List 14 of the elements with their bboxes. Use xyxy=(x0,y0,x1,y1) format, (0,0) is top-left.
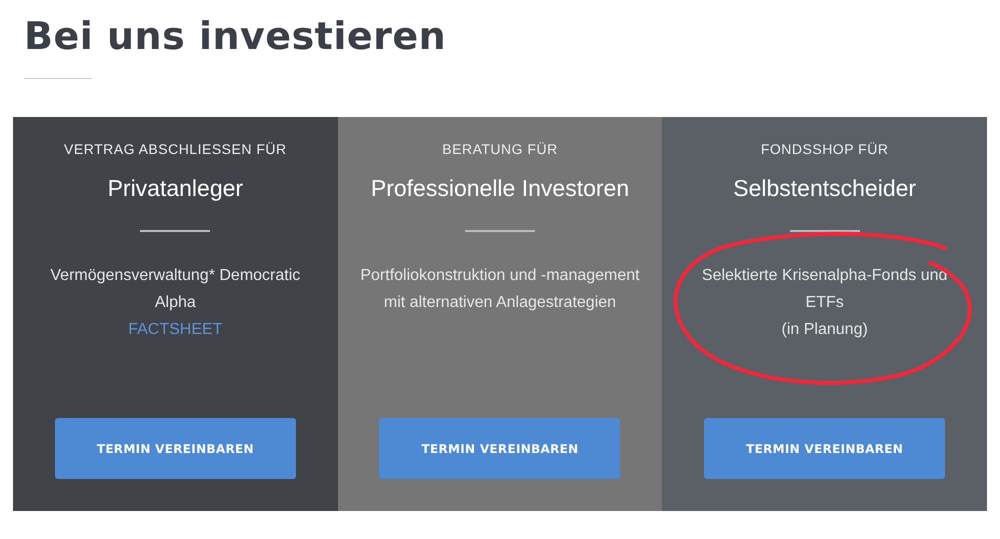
card-eyebrow: VERTRAG ABSCHLIESSEN FÜR xyxy=(64,141,287,157)
appointment-button[interactable]: TERMIN VEREINBAREN xyxy=(379,418,620,479)
appointment-button[interactable]: TERMIN VEREINBAREN xyxy=(704,418,946,479)
card-title: Privatanleger xyxy=(108,175,244,202)
card-eyebrow: FONDSSHOP FÜR xyxy=(760,141,888,157)
card-text: (in Planung) xyxy=(782,320,868,340)
card-title: Selbstentscheider xyxy=(733,175,916,202)
card-text: Vermögensverwaltung* Democratic Alpha xyxy=(49,266,302,313)
factsheet-link[interactable]: FACTSHEET xyxy=(128,316,222,343)
card-text: Portfoliokonstruktion und -management mit alternativen Anlagestrategien xyxy=(360,266,640,313)
card-eyebrow: BERATUNG FÜR xyxy=(442,141,558,157)
card-title: Professionelle Investoren xyxy=(370,175,630,202)
page-heading: Bei uns investieren xyxy=(23,13,448,58)
appointment-button[interactable]: TERMIN VEREINBAREN xyxy=(54,418,296,479)
